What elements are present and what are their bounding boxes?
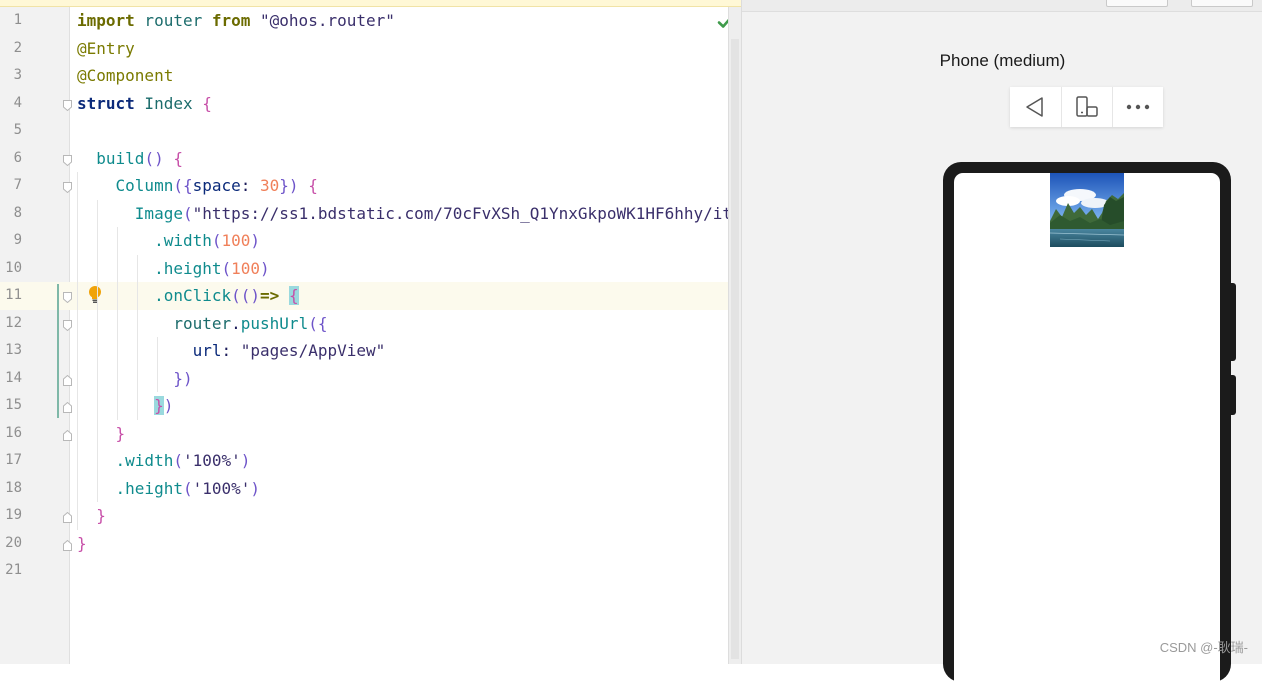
code-text: Column({space: 30}) { bbox=[115, 176, 318, 195]
code-text: @Component bbox=[77, 66, 174, 85]
line-number: 5 bbox=[13, 122, 22, 138]
rotate-button[interactable] bbox=[1062, 87, 1112, 127]
indent-guide bbox=[117, 227, 118, 420]
editor-notification-strip bbox=[0, 0, 741, 7]
preview-toolbar bbox=[1010, 87, 1163, 127]
code-text: .height(100) bbox=[154, 258, 270, 278]
code-text: router.pushUrl({ bbox=[173, 313, 328, 333]
code-text: .width(100) bbox=[154, 231, 261, 250]
vertical-scrollbar[interactable] bbox=[728, 7, 741, 664]
indent-guide bbox=[97, 199, 98, 502]
code-line[interactable]: 18 .height('100%') bbox=[0, 475, 741, 503]
code-text: }) bbox=[154, 396, 174, 415]
code-line[interactable]: 1 import router from "@ohos.router" bbox=[0, 7, 741, 35]
code-text: } bbox=[115, 423, 126, 443]
code-line[interactable]: 3 @Component bbox=[0, 62, 741, 90]
code-text: build() { bbox=[96, 148, 183, 168]
lightbulb-icon[interactable] bbox=[87, 285, 103, 305]
code-line[interactable]: 19 } bbox=[0, 502, 741, 530]
line-number: 1 bbox=[13, 12, 22, 28]
fold-marker-icon[interactable] bbox=[63, 512, 72, 523]
fold-marker-icon[interactable] bbox=[63, 374, 72, 386]
code-line[interactable]: 7 Column({space: 30}) { bbox=[0, 172, 741, 200]
code-text: } bbox=[96, 506, 106, 525]
previewer-panel: Phone (medium) bbox=[741, 0, 1262, 693]
fold-marker-icon[interactable] bbox=[63, 429, 72, 441]
fold-marker-icon[interactable] bbox=[63, 292, 72, 303]
line-number: 7 bbox=[13, 177, 22, 193]
line-number: 18 bbox=[5, 479, 22, 496]
device-title: Phone (medium) bbox=[939, 51, 1066, 70]
line-number: 4 bbox=[13, 94, 22, 111]
code-text: struct Index { bbox=[77, 93, 212, 113]
code-text: .onClick(()=> { bbox=[154, 286, 299, 305]
code-text: }) bbox=[173, 368, 193, 388]
phone-frame bbox=[943, 162, 1231, 693]
phone-screen[interactable] bbox=[954, 173, 1220, 693]
line-number: 15 bbox=[5, 397, 22, 413]
indent-guide bbox=[137, 254, 138, 420]
code-text: import router from "@ohos.router" bbox=[77, 11, 395, 30]
code-line[interactable]: 11 .onClick(()=> { bbox=[0, 282, 741, 310]
code-line[interactable]: 9 .width(100) bbox=[0, 227, 741, 255]
previewer-header bbox=[742, 0, 1262, 12]
line-number: 14 bbox=[5, 369, 22, 386]
line-number: 10 bbox=[5, 259, 22, 276]
fold-marker-icon[interactable] bbox=[63, 154, 72, 166]
code-text: .height('100%') bbox=[115, 478, 261, 498]
line-number: 12 bbox=[5, 314, 22, 331]
code-line[interactable]: 21 bbox=[0, 557, 741, 585]
more-options-icon bbox=[1126, 104, 1150, 110]
code-line[interactable]: 5 bbox=[0, 117, 741, 145]
line-number: 20 bbox=[5, 534, 22, 551]
line-number: 9 bbox=[13, 232, 22, 248]
scrollbar-thumb[interactable] bbox=[731, 39, 739, 659]
code-line[interactable]: 15 }) bbox=[0, 392, 741, 420]
line-number: 6 bbox=[13, 149, 22, 166]
code-line[interactable]: 8 Image("https://ss1.bdstatic.com/70cFvX… bbox=[0, 200, 741, 228]
line-number: 11 bbox=[5, 287, 22, 303]
code-line[interactable]: 13 url: "pages/AppView" bbox=[0, 337, 741, 365]
code-editor[interactable]: 1 import router from "@ohos.router" 2 @Entr… bbox=[0, 0, 741, 664]
indent-guide bbox=[157, 337, 158, 392]
landscape-image[interactable] bbox=[1050, 173, 1124, 247]
fold-marker-icon[interactable] bbox=[63, 182, 72, 193]
fold-marker-icon[interactable] bbox=[63, 319, 72, 331]
line-number: 13 bbox=[5, 342, 22, 358]
line-number: 8 bbox=[13, 204, 22, 221]
more-button[interactable] bbox=[1113, 87, 1163, 127]
line-number: 21 bbox=[5, 562, 22, 578]
code-line[interactable]: 6 build() { bbox=[0, 145, 741, 173]
code-line[interactable]: 12 router.pushUrl({ bbox=[0, 310, 741, 338]
code-line[interactable]: 16 } bbox=[0, 420, 741, 448]
code-line[interactable]: 4 struct Index { bbox=[0, 90, 741, 118]
line-number: 2 bbox=[13, 39, 22, 56]
watermark: CSDN @-耿瑞- bbox=[1159, 640, 1248, 655]
back-triangle-icon bbox=[1026, 97, 1043, 117]
line-number: 16 bbox=[5, 424, 22, 441]
code-line[interactable]: 14 }) bbox=[0, 365, 741, 393]
code-line[interactable]: 2 @Entry bbox=[0, 35, 741, 63]
previewer-header-button[interactable] bbox=[1106, 0, 1168, 7]
rotate-device-icon bbox=[1076, 96, 1098, 117]
line-number: 3 bbox=[13, 67, 22, 83]
code-text: .width('100%') bbox=[115, 451, 251, 470]
fold-marker-icon[interactable] bbox=[63, 539, 72, 551]
code-text: Image("https://ss1.bdstatic.com/70cFvXSh… bbox=[134, 203, 741, 223]
code-text: } bbox=[77, 533, 87, 553]
fold-marker-icon[interactable] bbox=[63, 99, 72, 111]
indent-guide bbox=[77, 172, 78, 530]
code-line[interactable]: 17 .width('100%') bbox=[0, 447, 741, 475]
code-text: url: "pages/AppView" bbox=[192, 341, 386, 360]
line-number: 19 bbox=[5, 507, 22, 523]
previewer-header-button[interactable] bbox=[1191, 0, 1253, 7]
fold-marker-icon[interactable] bbox=[63, 402, 72, 413]
line-number: 17 bbox=[5, 452, 22, 468]
code-line[interactable]: 20} bbox=[0, 530, 741, 558]
vcs-change-marker[interactable] bbox=[57, 284, 59, 418]
back-button[interactable] bbox=[1010, 87, 1060, 127]
code-text: @Entry bbox=[77, 38, 135, 58]
code-line[interactable]: 10 .height(100) bbox=[0, 255, 741, 283]
